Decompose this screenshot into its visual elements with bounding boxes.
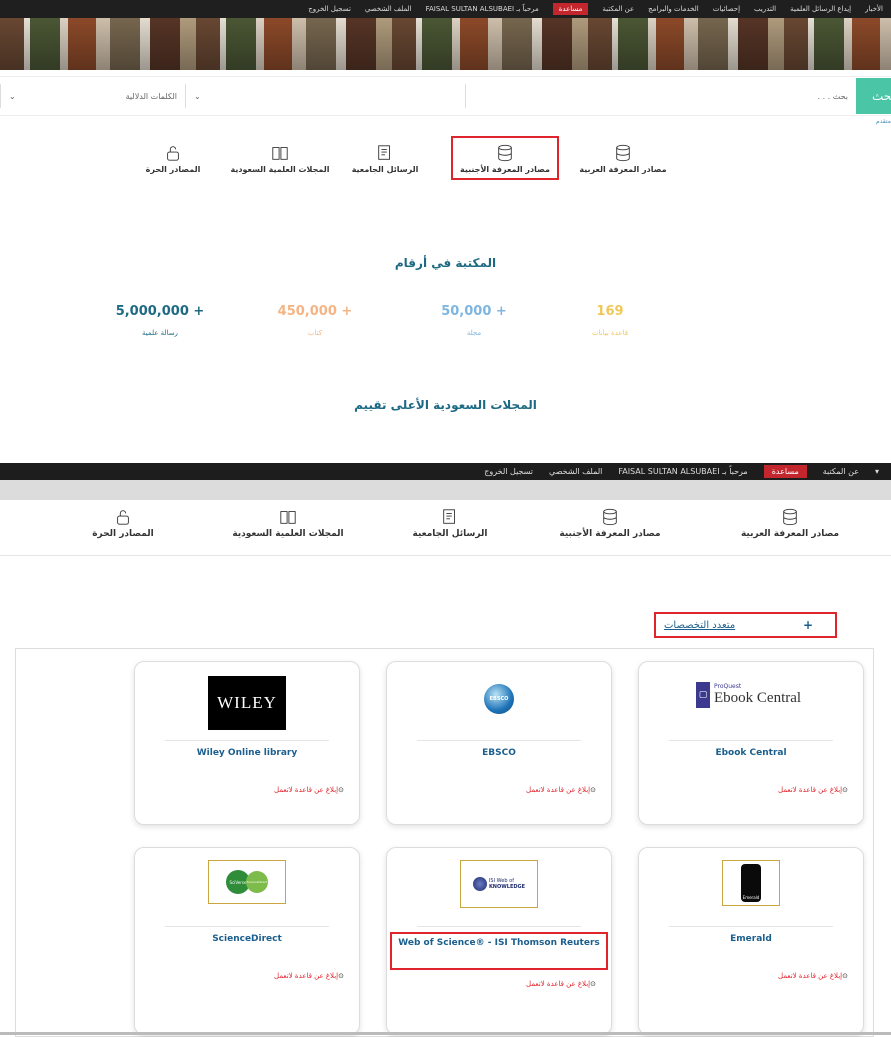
tab-arabic-sources[interactable]: مصادر المعرفة العربية <box>730 508 850 539</box>
thesis-icon <box>443 509 455 524</box>
stat-databases: 169 قاعدة بيانات <box>591 304 629 337</box>
welcome-user: مرحباً بـ FAISAL SULTAN ALSUBAEI <box>618 467 748 476</box>
eye-icon: ⊙ <box>338 786 344 794</box>
tab-saudi-journals[interactable]: المجلات العلمية السعودية <box>225 144 335 174</box>
card-ebsco[interactable]: EBSCO EBSCO ⊙إبلاغ عن قاعدة لاتعمل <box>386 661 612 825</box>
card-web-of-science[interactable]: ISI Web of KNOWLEDGE Web of Science® - IS… <box>386 847 612 1035</box>
report-broken-link[interactable]: ⊙إبلاغ عن قاعدة لاتعمل <box>778 786 851 794</box>
web-of-knowledge-logo: ISI Web of KNOWLEDGE <box>460 860 538 908</box>
tab-free-sources[interactable]: المصادر الحرة <box>78 508 168 539</box>
book-icon <box>272 147 288 160</box>
wiley-logo: WILEY <box>208 676 286 730</box>
card-title[interactable]: ScienceDirect <box>143 934 351 944</box>
multidisciplinary-toggle[interactable]: متعدد التخصصات + <box>654 612 837 638</box>
card-sciencedirect[interactable]: SciVerse ScienceDirect ScienceDirect ⊙إب… <box>134 847 360 1035</box>
nav-about[interactable]: عن المكتبة <box>823 467 859 476</box>
search-button[interactable]: بحث <box>856 78 891 114</box>
unlock-icon <box>167 146 179 161</box>
keywords-select[interactable]: الكلمات الدلالية ⌄ <box>0 84 185 108</box>
stat-books: 450,000 + كتاب <box>277 304 353 337</box>
report-broken-link[interactable]: ⊙إبلاغ عن قاعدة لاتعمل <box>526 786 599 794</box>
card-wiley[interactable]: WILEY Wiley Online library ⊙إبلاغ عن قاع… <box>134 661 360 825</box>
report-broken-link[interactable]: ⊙إبلاغ عن قاعدة لاتعمل <box>274 972 347 980</box>
nav-logout[interactable]: تسجيل الخروج <box>308 5 351 13</box>
eye-icon: ⊙ <box>842 786 848 794</box>
nav-training[interactable]: التدريب <box>754 5 776 13</box>
emerald-logo: Emerald <box>722 860 780 906</box>
card-title[interactable]: Emerald <box>647 934 855 944</box>
thesis-icon <box>378 145 390 160</box>
search-input[interactable]: بحث . . . <box>465 84 856 108</box>
eye-icon: ⊙ <box>590 786 596 794</box>
grey-strip <box>0 480 891 500</box>
ebook-central-logo: ▢ ProQuest Ebook Central <box>696 674 806 716</box>
nav-thesis-deposit[interactable]: إيداع الرسائل العلمية <box>790 5 851 13</box>
dropdown-spacer: ⌄ <box>185 84 465 108</box>
top-rated-journals-title: المجلات السعودية الأعلى تقييم <box>354 398 537 412</box>
card-title[interactable]: Wiley Online library <box>143 748 351 758</box>
nav-help[interactable]: مساعدة <box>763 465 807 478</box>
card-title[interactable]: EBSCO <box>395 748 603 758</box>
nav-logout[interactable]: تسجيل الخروج <box>484 467 533 476</box>
card-ebook-central[interactable]: ▢ ProQuest Ebook Central Ebook Central ⊙… <box>638 661 864 825</box>
report-broken-link[interactable]: ⊙إبلاغ عن قاعدة لاتعمل <box>274 786 347 794</box>
nav-menu-caret[interactable]: ▾ <box>875 467 879 476</box>
top-navigation-bar-2: ▾ عن المكتبة مساعدة مرحباً بـ FAISAL SUL… <box>0 463 891 480</box>
tab-theses[interactable]: الرسائل الجامعية <box>400 508 500 539</box>
nav-services[interactable]: الخدمات والبرامج <box>648 5 699 13</box>
nav-about[interactable]: عن المكتبة <box>602 5 634 13</box>
tab-foreign-sources[interactable]: مصادر المعرفة الأجنبية <box>545 508 675 539</box>
card-title[interactable]: Web of Science® - ISI Thomson Reuters <box>395 938 603 948</box>
report-broken-link[interactable]: ⊙إبلاغ عن قاعدة لاتعمل <box>526 980 599 988</box>
stats-title: المكتبة في أرقام <box>394 256 497 270</box>
tab-saudi-journals[interactable]: المجلات العلمية السعودية <box>218 508 358 539</box>
eye-icon: ⊙ <box>842 972 848 980</box>
stat-theses: 5,000,000 + رسالة علمية <box>115 304 205 337</box>
tab-arabic-sources[interactable]: مصادر المعرفة العربية <box>578 144 668 174</box>
expand-plus-icon: + <box>802 618 813 632</box>
nav-help[interactable]: مساعدة <box>552 3 589 15</box>
unlock-icon <box>117 510 129 525</box>
eye-icon: ⊙ <box>338 972 344 980</box>
ebsco-logo: EBSCO <box>484 684 514 714</box>
database-icon <box>783 508 797 526</box>
nav-news[interactable]: الأخبار <box>865 5 883 13</box>
stat-journals: 50,000 + مجلة <box>441 304 507 337</box>
nav-statistics[interactable]: إحصائيات <box>713 5 740 13</box>
nav-profile[interactable]: الملف الشخصي <box>365 5 412 13</box>
card-title[interactable]: Ebook Central <box>647 748 855 758</box>
advanced-search-link[interactable]: متقدم <box>876 118 891 125</box>
report-broken-link[interactable]: ⊙إبلاغ عن قاعدة لاتعمل <box>778 972 851 980</box>
tab-foreign-sources[interactable]: مصادر المعرفة الأجنبية <box>451 136 559 180</box>
database-icon <box>603 508 617 526</box>
tab-free-sources[interactable]: المصادر الحرة <box>138 144 208 174</box>
book-icon <box>280 511 296 524</box>
database-icon <box>498 144 512 162</box>
nav-profile[interactable]: الملف الشخصي <box>549 467 602 476</box>
top-navigation-bar: الأخبار إيداع الرسائل العلمية التدريب إح… <box>0 0 891 18</box>
section-title: متعدد التخصصات <box>664 619 736 631</box>
database-icon <box>616 144 630 162</box>
eye-icon: ⊙ <box>590 980 596 988</box>
tab-theses[interactable]: الرسائل الجامعية <box>345 144 425 174</box>
books-banner <box>0 18 891 70</box>
welcome-user: مرحباً بـ FAISAL SULTAN ALSUBAEI <box>425 5 539 13</box>
sciverse-logo: SciVerse ScienceDirect <box>208 860 286 904</box>
card-emerald[interactable]: Emerald Emerald ⊙إبلاغ عن قاعدة لاتعمل <box>638 847 864 1035</box>
